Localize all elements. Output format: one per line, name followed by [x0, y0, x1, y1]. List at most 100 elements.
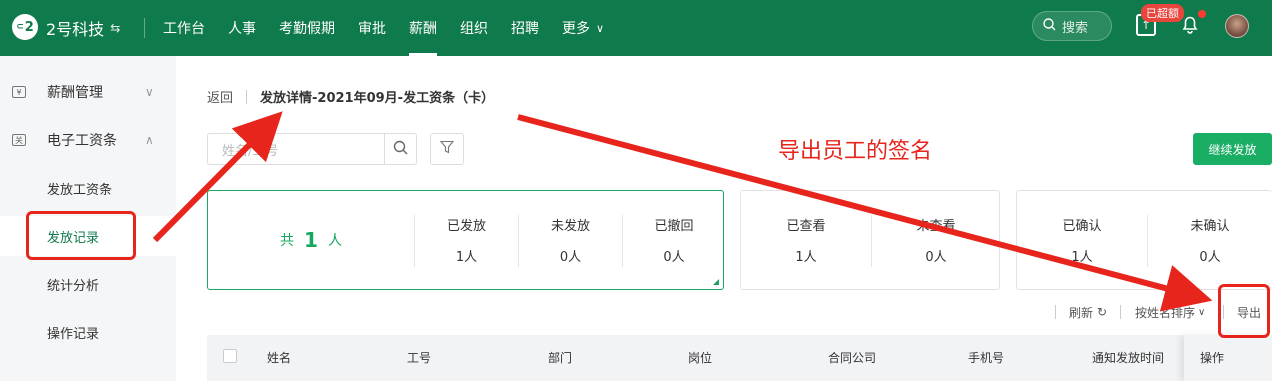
stat-unsent[interactable]: 未发放 0人 [519, 191, 622, 289]
filter-button[interactable] [430, 133, 464, 165]
stat-sent[interactable]: 已发放 1人 [415, 191, 518, 289]
annotation-box-export [1218, 284, 1270, 338]
column-header[interactable]: 通知发放时间 [1092, 349, 1164, 366]
total-number: 1 [304, 228, 318, 252]
sidebar-group-payroll-mgmt[interactable]: ¥ 薪酬管理 ∨ [0, 72, 176, 112]
company-switcher[interactable]: 2号科技 ⇆ [46, 16, 120, 40]
column-header[interactable]: 手机号 [968, 349, 1004, 366]
column-header[interactable]: 合同公司 [828, 349, 876, 366]
stat-unviewed[interactable]: 未查看 0人 [871, 191, 1001, 289]
toolbar-divider [1120, 305, 1121, 319]
stat-value: 1人 [455, 250, 478, 265]
search-icon [393, 140, 408, 159]
nav-label: 招聘 [511, 21, 539, 37]
stats-card-confirm: 已确认 1人 未确认 0人 [1016, 190, 1272, 290]
nav-item-payroll[interactable]: 薪酬 [409, 0, 437, 56]
ops-column-header: 操作 [1184, 335, 1272, 381]
yen-icon: ¥ [12, 86, 26, 98]
bell-icon[interactable] [1180, 14, 1200, 39]
sort-dropdown[interactable]: 按姓名排序 ∨ [1135, 302, 1205, 322]
nav-item-organization[interactable]: 组织 [460, 0, 488, 56]
stat-value: 0人 [1199, 250, 1221, 265]
breadcrumb-divider [246, 89, 248, 104]
stat-label: 已确认 [1062, 219, 1102, 234]
nav-label: 薪酬 [409, 21, 437, 37]
stat-value: 0人 [663, 250, 685, 265]
stat-viewed[interactable]: 已查看 1人 [741, 191, 871, 289]
name-search-input[interactable]: 姓名/工号 [207, 133, 385, 165]
nav-item-approval[interactable]: 审批 [358, 0, 386, 56]
continue-send-button[interactable]: 继续发放 [1193, 133, 1272, 165]
nav-item-attendance[interactable]: 考勤假期 [279, 0, 335, 56]
sidebar-item-statistics[interactable]: 统计分析 [0, 264, 176, 304]
column-header[interactable]: 姓名 [267, 349, 291, 366]
page-title: 发放详情-2021年09月-发工资条（卡） [260, 91, 495, 106]
avatar[interactable] [1225, 14, 1249, 38]
stat-unconfirmed[interactable]: 未确认 0人 [1147, 191, 1272, 289]
chevron-down-icon: ∨ [145, 85, 154, 99]
chevron-down-icon: ∨ [1198, 306, 1206, 318]
stat-value: 1人 [1071, 250, 1093, 265]
breadcrumb: 返回 发放详情-2021年09月-发工资条（卡） [207, 87, 494, 106]
nav-label: 工作台 [163, 21, 205, 37]
company-name: 2号科技 [46, 20, 105, 39]
sidebar-group-e-payslip[interactable]: 关 电子工资条 ∧ [0, 120, 176, 160]
main-nav: 工作台 人事 考勤假期 审批 薪酬 组织 招聘 更多 ∨ [163, 0, 627, 56]
search-button[interactable] [384, 133, 417, 165]
selected-corner [713, 279, 719, 285]
quota-badge: 已超额 [1141, 4, 1184, 22]
select-all-checkbox[interactable] [223, 349, 237, 363]
sidebar-item-operation-log[interactable]: 操作记录 [0, 312, 176, 352]
stats-card-view: 已查看 1人 未查看 0人 [740, 190, 1000, 290]
table-header: 姓名 工号 部门 岗位 合同公司 手机号 通知发放时间 操作 [207, 335, 1272, 381]
stat-withdrawn[interactable]: 已撤回 0人 [623, 191, 725, 289]
stat-label: 未确认 [1190, 219, 1230, 234]
nav-item-recruiting[interactable]: 招聘 [511, 0, 539, 56]
search-icon [1043, 17, 1056, 35]
search-placeholder: 姓名/工号 [222, 143, 279, 159]
notification-dot [1198, 10, 1206, 18]
nav-item-more[interactable]: 更多 ∨ [562, 0, 604, 56]
nav-label: 组织 [460, 21, 488, 37]
sidebar-group-label: 薪酬管理 [47, 85, 103, 101]
nav-label: 审批 [358, 21, 386, 37]
stat-value: 0人 [925, 250, 947, 265]
global-search[interactable]: 搜索 [1032, 11, 1112, 41]
nav-label: 人事 [228, 21, 256, 37]
filter-icon [439, 140, 455, 158]
nav-divider [144, 18, 145, 38]
total-suffix: 人 [327, 233, 342, 249]
stat-label: 已撤回 [654, 219, 694, 234]
annotation-label: 导出员工的签名 [778, 139, 933, 164]
stat-label: 未发放 [550, 219, 590, 234]
top-navbar: ⊂ 2 2号科技 ⇆ 工作台 人事 考勤假期 审批 薪酬 组织 招聘 更多 ∨ 搜索… [0, 0, 1272, 56]
sidebar-item-send-payslip[interactable]: 发放工资条 [0, 168, 176, 208]
chevron-up-icon: ∧ [145, 133, 154, 147]
toolbar-divider [1055, 305, 1056, 319]
document-icon: 关 [12, 134, 26, 146]
total-prefix: 共 [280, 233, 295, 249]
nav-label: 考勤假期 [279, 21, 335, 37]
sidebar-item-label: 统计分析 [47, 278, 100, 294]
switch-icon: ⇆ [110, 21, 121, 35]
column-header[interactable]: 工号 [407, 349, 431, 366]
stat-confirmed[interactable]: 已确认 1人 [1017, 191, 1147, 289]
nav-item-hr[interactable]: 人事 [228, 0, 256, 56]
sidebar-item-label: 发放工资条 [47, 182, 113, 198]
nav-item-workbench[interactable]: 工作台 [163, 0, 205, 56]
refresh-label: 刷新 [1069, 305, 1094, 320]
chevron-down-icon: ∨ [596, 21, 605, 35]
stat-value: 0人 [559, 250, 582, 265]
stat-label: 已查看 [786, 219, 826, 234]
nav-label: 更多 [562, 21, 590, 37]
refresh-button[interactable]: 刷新 ↻ [1069, 302, 1107, 322]
company-logo[interactable]: ⊂ 2 [12, 14, 38, 40]
annotation-box-send-records [26, 211, 136, 260]
refresh-icon: ↻ [1097, 305, 1108, 319]
column-header[interactable]: 部门 [548, 349, 572, 366]
stat-label: 已发放 [446, 219, 486, 234]
column-header[interactable]: 岗位 [688, 349, 712, 366]
stat-label: 未查看 [916, 219, 956, 234]
sort-label: 按姓名排序 [1135, 305, 1196, 320]
back-link[interactable]: 返回 [207, 87, 233, 106]
